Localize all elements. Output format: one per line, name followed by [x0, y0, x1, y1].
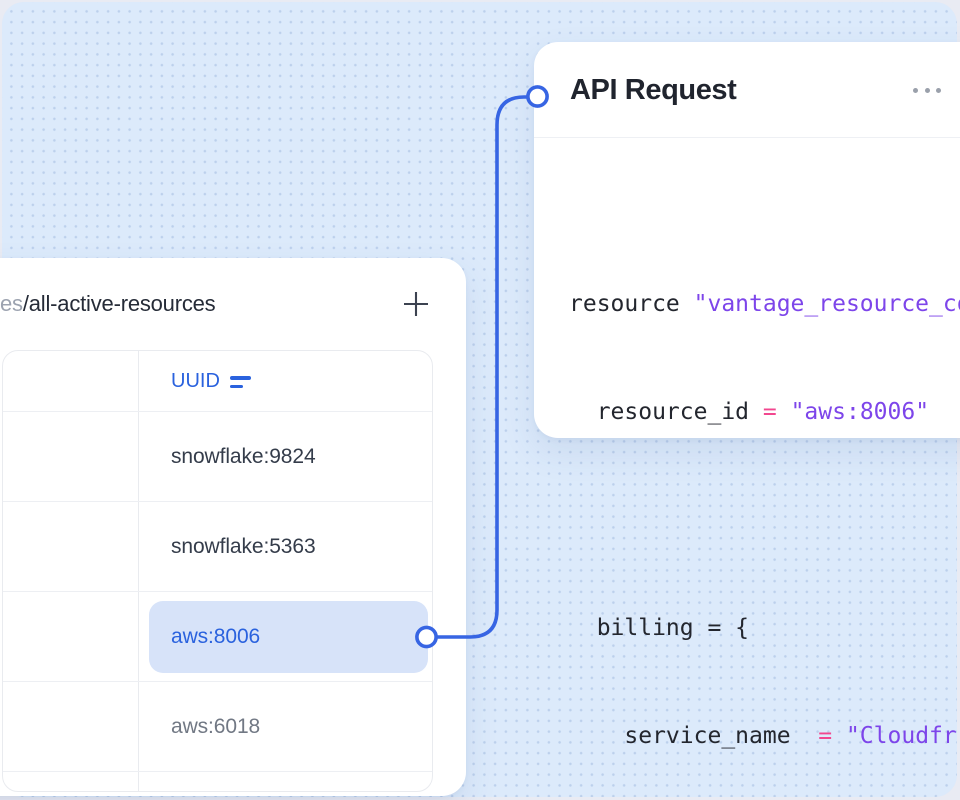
uuid-cell: aws:8006 [171, 592, 260, 681]
ellipsis-menu-icon[interactable] [900, 76, 954, 104]
sort-descending-icon [230, 376, 251, 387]
code-line: service_name = "Cloudfr [569, 718, 960, 754]
uuid-header-label: UUID [171, 370, 220, 393]
api-panel-header: API Request [534, 42, 960, 138]
code-line: billing = { [569, 610, 960, 646]
api-request-code: resource "vantage_resource_co resource_i… [569, 214, 960, 800]
table-row[interactable]: snowflake:9824 [3, 411, 432, 501]
resources-breadcrumb: es/all-active-resources [0, 291, 215, 317]
uuid-column-header[interactable]: UUID [171, 351, 251, 411]
code-line: resource_id = "aws:8006" [569, 394, 960, 430]
resources-table: UUID snowflake:9824 snowflake:5363 aws:8… [2, 350, 433, 792]
add-resource-button[interactable] [398, 286, 434, 322]
uuid-cell: aws:6018 [171, 682, 260, 771]
code-line-blank [569, 502, 960, 538]
breadcrumb-name: /all-active-resources [23, 291, 216, 316]
table-row[interactable]: aws:6018 [3, 681, 432, 771]
resources-panel: es/all-active-resources UUID snowflake:9… [0, 258, 466, 796]
uuid-cell: snowflake:5363 [171, 502, 316, 591]
table-row-selected[interactable]: aws:8006 [3, 591, 432, 681]
table-header-row: UUID [3, 351, 432, 411]
table-row-partial [3, 771, 432, 792]
table-row[interactable]: snowflake:5363 [3, 501, 432, 591]
api-panel-title: API Request [570, 42, 736, 138]
uuid-cell: snowflake:9824 [171, 412, 316, 501]
api-request-panel: API Request resource "vantage_resource_c… [534, 42, 960, 438]
code-line: resource "vantage_resource_co [569, 286, 960, 322]
plus-icon [401, 289, 431, 319]
resources-panel-header: es/all-active-resources [0, 258, 466, 350]
breadcrumb-prefix: es [0, 291, 23, 316]
